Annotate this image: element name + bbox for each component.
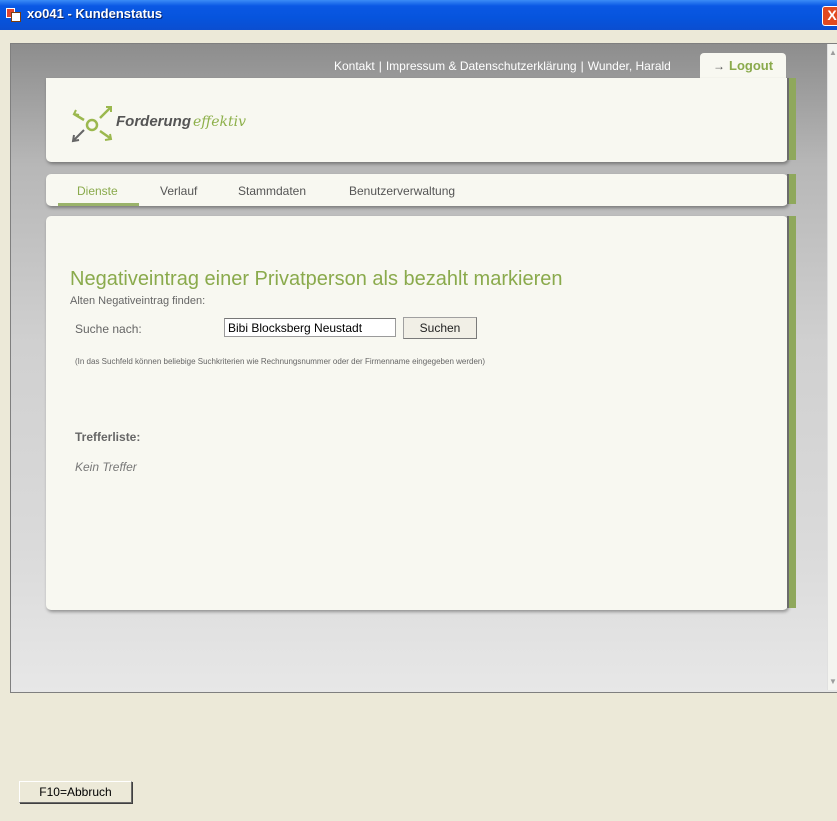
- search-label: Suche nach:: [75, 322, 142, 336]
- nav-user-name: Wunder, Harald: [587, 59, 671, 73]
- scroll-down-icon[interactable]: ▼: [829, 677, 837, 686]
- tab-verlauf[interactable]: Verlauf: [160, 184, 197, 198]
- logo: Forderung effektiv: [116, 113, 246, 130]
- nav-link-kontakt[interactable]: Kontakt: [334, 59, 375, 73]
- page-subtitle: Alten Negativeintrag finden:: [70, 295, 206, 307]
- app-icon: [6, 8, 21, 22]
- nav-separator: |: [580, 59, 584, 73]
- search-button[interactable]: Suchen: [403, 317, 477, 339]
- window-title: xo041 - Kundenstatus: [27, 6, 163, 21]
- logout-label: Logout: [729, 58, 774, 73]
- page-title: Negativeintrag einer Privatperson als be…: [70, 268, 563, 290]
- search-input[interactable]: Bibi Blocksberg Neustadt: [224, 318, 396, 337]
- logout-button[interactable]: → Logout: [700, 53, 786, 78]
- tab-benutzerverwaltung[interactable]: Benutzerverwaltung: [349, 184, 455, 198]
- tab-bar: Dienste Verlauf Stammdaten Benutzerverwa…: [46, 174, 796, 206]
- vertical-scrollbar[interactable]: ▲ ▼: [827, 44, 837, 690]
- scroll-up-icon[interactable]: ▲: [829, 48, 837, 57]
- content-panel: Negativeintrag einer Privatperson als be…: [46, 216, 796, 610]
- panel-accent-stripe: [787, 78, 796, 160]
- logo-icon: [71, 106, 113, 143]
- search-hint: (In das Suchfeld können beliebige Suchkr…: [75, 357, 486, 366]
- nav-link-impressum[interactable]: Impressum & Datenschutzerklärung: [386, 59, 577, 73]
- panel-accent-stripe: [787, 174, 796, 204]
- tab-stammdaten[interactable]: Stammdaten: [238, 184, 306, 198]
- tab-dienste[interactable]: Dienste: [77, 184, 118, 198]
- top-nav: Kontakt | Impressum & Datenschutzerklärung…: [334, 59, 671, 75]
- cancel-f10-button[interactable]: F10=Abbruch: [19, 781, 132, 803]
- no-results-text: Kein Treffer: [75, 460, 137, 474]
- close-button[interactable]: X: [822, 6, 837, 26]
- window-titlebar: xo041 - Kundenstatus: [0, 0, 837, 30]
- panel-accent-stripe: [787, 216, 796, 608]
- header-panel: Forderung effektiv: [46, 78, 796, 162]
- results-heading: Trefferliste:: [75, 430, 141, 444]
- nav-separator: |: [378, 59, 382, 73]
- active-tab-indicator: [58, 203, 139, 206]
- arrow-right-icon: →: [713, 59, 725, 73]
- logo-word-forderung: Forderung: [116, 113, 191, 130]
- logo-word-effektiv: effektiv: [193, 114, 246, 130]
